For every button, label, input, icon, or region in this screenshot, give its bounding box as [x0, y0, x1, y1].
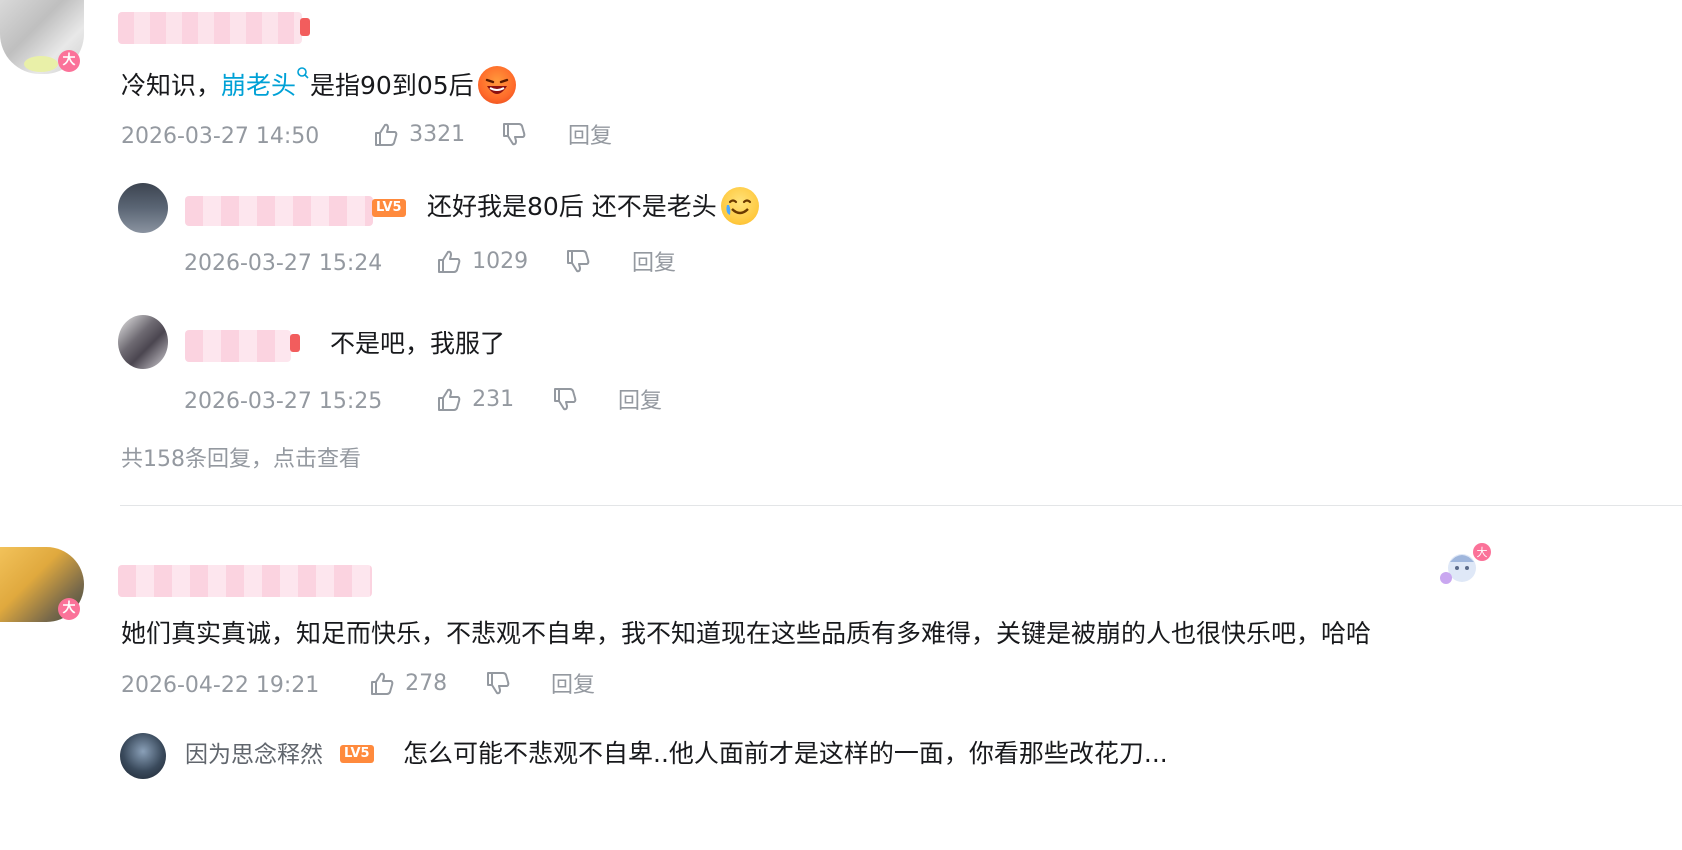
svg-text:大: 大	[1477, 545, 1488, 559]
dislike-button[interactable]	[564, 247, 592, 279]
thumbs-up-icon[interactable]	[368, 670, 396, 702]
thumbs-down-icon[interactable]	[484, 669, 512, 701]
comment-date: 2026-03-27 14:50	[121, 124, 320, 149]
username[interactable]	[118, 565, 372, 597]
level-badge: LV5	[372, 199, 406, 217]
like-count: 278	[405, 671, 448, 696]
thumbs-up-icon[interactable]	[435, 248, 463, 280]
thumbs-up-icon[interactable]	[435, 386, 463, 418]
level-badge: LV5	[340, 745, 374, 763]
avatar[interactable]	[118, 315, 168, 369]
username[interactable]	[185, 330, 291, 362]
dislike-button[interactable]	[484, 669, 512, 701]
reply-text: 还好我是80后 还不是老头	[427, 187, 759, 227]
avatar[interactable]	[118, 183, 168, 233]
view-more-replies[interactable]: 共158条回复，点击查看	[121, 445, 361, 475]
thumbs-down-icon[interactable]	[500, 120, 528, 152]
avatar[interactable]	[120, 733, 166, 779]
username[interactable]: 因为思念释然	[185, 740, 323, 770]
dislike-button[interactable]	[551, 385, 579, 417]
reply-button[interactable]: 回复	[568, 122, 612, 152]
like-button[interactable]: 231	[435, 385, 514, 418]
like-button[interactable]: 3321	[372, 120, 465, 152]
reply-text: 不是吧，我服了	[330, 329, 506, 358]
comment-text: 冷知识，崩老头 是指90到05后	[121, 66, 516, 106]
like-button[interactable]: 1029	[435, 247, 528, 280]
level-badge	[290, 334, 300, 352]
like-button[interactable]: 278	[368, 669, 447, 702]
dislike-button[interactable]	[500, 120, 528, 152]
reply-text-content: 还好我是80后 还不是老头	[427, 192, 717, 221]
vip-badge: 大	[58, 598, 80, 620]
comment-text: 她们真实真诚，知足而快乐，不悲观不自卑，我不知道现在这些品质有多难得，关键是被崩…	[121, 619, 1372, 648]
thumbs-down-icon[interactable]	[564, 247, 592, 279]
like-count: 1029	[472, 249, 529, 274]
username[interactable]	[118, 12, 302, 44]
keyword-link[interactable]: 崩老头	[221, 71, 296, 100]
comment-divider	[120, 505, 1682, 506]
reply-button[interactable]: 回复	[618, 387, 662, 417]
thumbs-down-icon[interactable]	[551, 385, 579, 417]
avatar-decoration	[24, 56, 58, 72]
level-badge	[300, 18, 310, 36]
reply-text: 怎么可能不悲观不自卑..他人面前才是这样的一面，你看那些改花刀...	[403, 739, 1168, 768]
fan-decoration-icon: 大	[1436, 540, 1492, 590]
reply-button[interactable]: 回复	[632, 249, 676, 279]
vip-badge: 大	[58, 50, 80, 72]
comment-date: 2026-04-22 19:21	[121, 673, 320, 698]
like-count: 3321	[409, 122, 466, 147]
username[interactable]	[185, 196, 373, 226]
like-count: 231	[472, 387, 515, 412]
laughing-emoji-icon	[477, 66, 516, 104]
comment-text-prefix: 冷知识，	[121, 71, 222, 100]
reply-button[interactable]: 回复	[551, 671, 595, 701]
cry-laugh-emoji-icon	[720, 187, 759, 225]
comment-text-suffix: 是指90到05后	[310, 71, 474, 100]
thumbs-up-icon[interactable]	[372, 121, 400, 153]
reply-date: 2026-03-27 15:25	[184, 389, 383, 414]
search-icon[interactable]	[296, 55, 310, 89]
reply-date: 2026-03-27 15:24	[184, 251, 383, 276]
